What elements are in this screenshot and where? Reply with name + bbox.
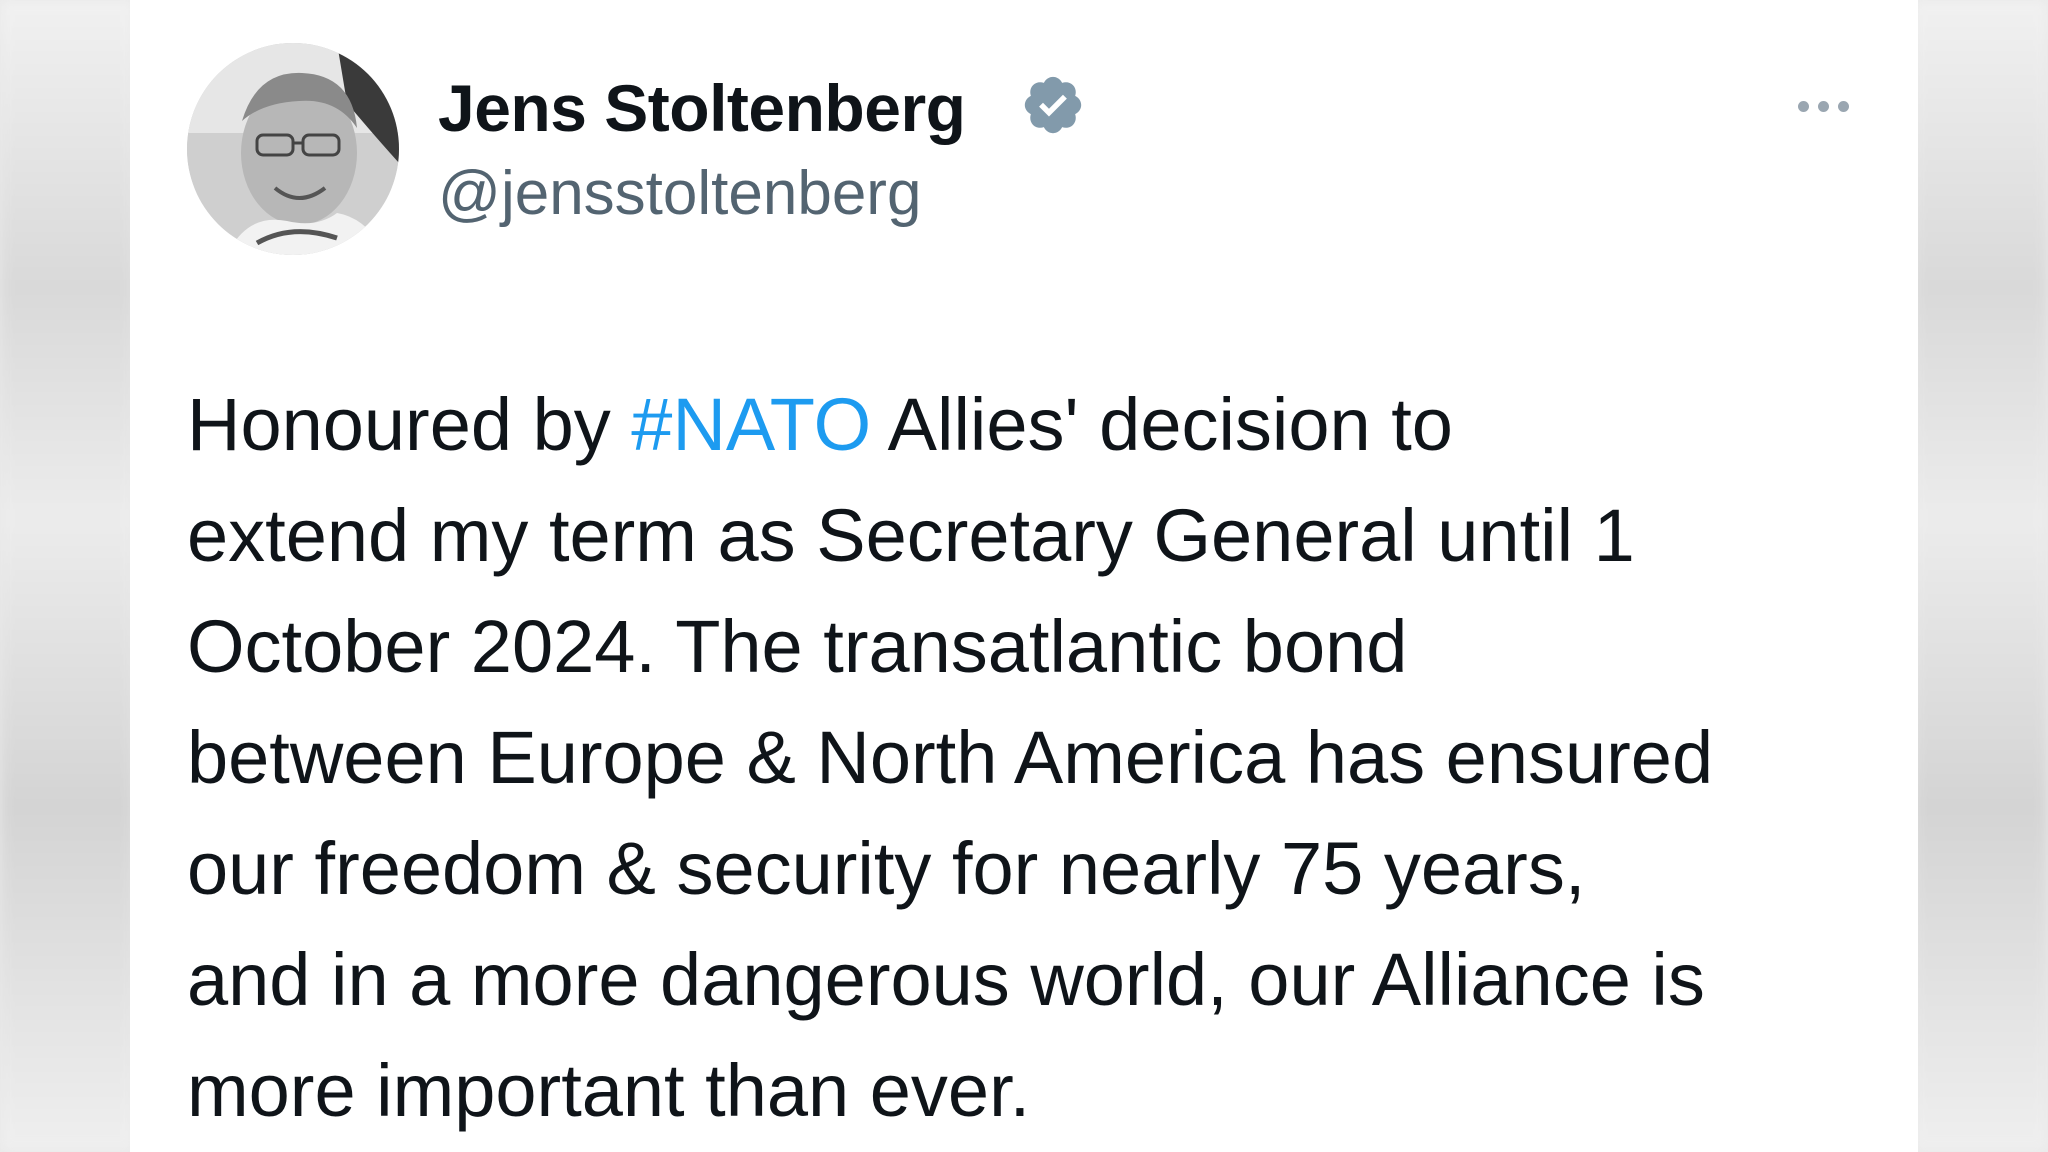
- avatar-image: [187, 43, 399, 255]
- tweet-line: Honoured by #NATO Allies' decision to: [187, 369, 1887, 480]
- author-handle[interactable]: @jensstoltenberg: [438, 156, 921, 232]
- verified-badge-icon: [1024, 76, 1082, 134]
- avatar[interactable]: [187, 43, 399, 255]
- more-dot: [1817, 100, 1829, 112]
- tweet-line: October 2024. The transatlantic bond: [187, 605, 1408, 688]
- hashtag-link[interactable]: #NATO: [631, 383, 871, 466]
- more-dot: [1797, 100, 1809, 112]
- tweet-line: extend my term as Secretary General unti…: [187, 494, 1635, 577]
- author-display-name[interactable]: Jens Stoltenberg: [438, 68, 966, 148]
- tweet-text-segment: Honoured by: [187, 383, 632, 466]
- more-options-icon[interactable]: [1778, 84, 1868, 128]
- tweet-text-segment: Allies' decision to: [871, 383, 1453, 466]
- background-blur-right: [1913, 0, 2048, 1152]
- background-blur-left: [0, 0, 135, 1152]
- more-dot: [1837, 100, 1849, 112]
- tweet-line: our freedom & security for nearly 75 yea…: [187, 827, 1586, 910]
- tweet-line: and in a more dangerous world, our Allia…: [187, 938, 1705, 1021]
- tweet-line: more important than ever.: [187, 1049, 1031, 1132]
- tweet-text: Honoured by #NATO Allies' decision to ex…: [187, 369, 1887, 1146]
- tweet-line: between Europe & North America has ensur…: [187, 716, 1714, 799]
- tweet-card: Jens Stoltenberg @jensstoltenberg Honour…: [130, 0, 1918, 1152]
